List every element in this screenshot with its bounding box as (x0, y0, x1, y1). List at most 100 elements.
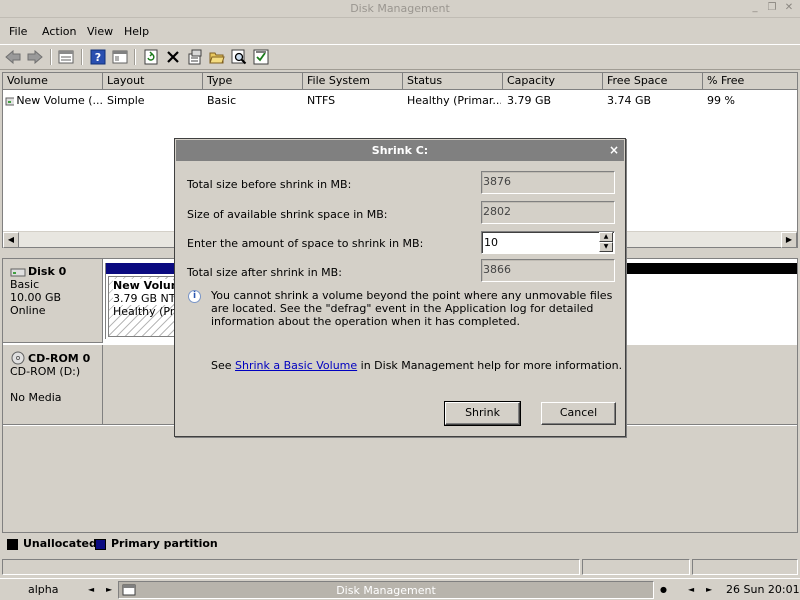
help-link[interactable]: Shrink a Basic Volume (235, 359, 357, 372)
total-before-label: Total size before shrink in MB: (187, 178, 352, 191)
total-before-field: 3876 (481, 171, 615, 194)
help-line: See Shrink a Basic Volume in Disk Manage… (211, 359, 622, 372)
minimize-button[interactable]: _ (748, 2, 762, 14)
delete-icon[interactable] (163, 48, 183, 66)
cancel-button[interactable]: Cancel (541, 402, 616, 425)
help-prefix: See (211, 359, 236, 372)
partition-status: Healthy (Prim (113, 305, 177, 318)
back-icon[interactable] (3, 48, 23, 66)
column-file-system[interactable]: File System (303, 73, 403, 90)
disk-icon (10, 268, 26, 276)
menu-bar: File Action View Help (0, 22, 800, 42)
disk-0-info[interactable]: Disk 0 Basic 10.00 GB Online (3, 259, 103, 343)
cell-file-system: NTFS (307, 94, 336, 107)
toolbar-separator (81, 49, 83, 65)
forward-icon[interactable] (25, 48, 45, 66)
cell-free-space: 3.74 GB (607, 94, 652, 107)
partition-name: New Volume (113, 279, 177, 292)
dialog-title-bar: Shrink C: × (176, 140, 624, 161)
menu-action[interactable]: Action (42, 25, 76, 38)
shrink-dialog: Shrink C: × Total size before shrink in … (174, 138, 626, 437)
toolbar-separator (134, 49, 136, 65)
column-status[interactable]: Status (403, 73, 503, 90)
drive-icon (5, 97, 15, 105)
primary-swatch (95, 539, 106, 550)
close-window-button[interactable]: ✕ (782, 2, 796, 14)
total-after-label: Total size after shrink in MB: (187, 266, 342, 279)
properties-icon[interactable] (56, 48, 76, 66)
amount-input[interactable] (484, 234, 596, 251)
menu-help[interactable]: Help (124, 25, 149, 38)
menu-view[interactable]: View (87, 25, 113, 38)
cdrom-0-info[interactable]: CD-ROM 0 CD-ROM (D:) No Media (3, 345, 103, 425)
check-disk-icon[interactable] (251, 48, 271, 66)
empty-area (3, 426, 797, 532)
prev-workspace-icon[interactable]: ◄ (88, 585, 94, 594)
column-type[interactable]: Type (203, 73, 303, 90)
status-panel (692, 559, 798, 575)
console-icon[interactable] (110, 48, 130, 66)
column-capacity[interactable]: Capacity (503, 73, 603, 90)
shrink-button[interactable]: Shrink (444, 401, 521, 426)
available-field: 2802 (481, 201, 615, 224)
clock: 26 Sun 20:01 (726, 583, 800, 596)
status-panel (2, 559, 580, 575)
scroll-left-icon[interactable]: ◀ (3, 232, 19, 248)
help-icon[interactable]: ? (88, 48, 108, 66)
menu-file[interactable]: File (9, 25, 27, 38)
disk-size: 10.00 GB (10, 291, 62, 304)
tray-dot-icon: ● (660, 585, 667, 594)
next-workspace-icon[interactable]: ► (106, 585, 112, 594)
restore-button[interactable]: ❐ (765, 2, 779, 14)
amount-label: Enter the amount of space to shrink in M… (187, 237, 424, 250)
cdrom-name: CD-ROM 0 (28, 351, 91, 365)
total-after-field: 3866 (481, 259, 615, 282)
status-bar (0, 558, 800, 576)
volume-partition[interactable]: New Volume 3.79 GB NTFS Healthy (Prim (108, 276, 178, 337)
scroll-right-icon[interactable]: ▶ (781, 232, 797, 248)
spin-down-icon[interactable]: ▼ (599, 242, 613, 252)
taskbar-window-button[interactable]: Disk Management (118, 581, 654, 599)
cdrom-state: No Media (10, 391, 62, 404)
disk-kind: Basic (10, 278, 40, 291)
amount-stepper[interactable]: ▲ ▼ (481, 231, 615, 254)
status-panel (582, 559, 690, 575)
column-free-space[interactable]: Free Space (603, 73, 703, 90)
disk-name: Disk 0 (28, 265, 67, 278)
column-pct-free[interactable]: % Free (703, 73, 797, 90)
workspace-name[interactable]: alpha (28, 583, 59, 596)
help-suffix: in Disk Management help for more informa… (357, 359, 623, 372)
cell-pct-free: 99 % (707, 94, 735, 107)
partition-detail: 3.79 GB NTFS (113, 292, 177, 305)
legend-primary: Primary partition (111, 537, 218, 550)
svg-text:?: ? (95, 51, 101, 64)
legend: Unallocated Primary partition (0, 536, 800, 554)
refresh-icon[interactable] (141, 48, 161, 66)
cell-layout: Simple (107, 94, 145, 107)
search-icon[interactable] (229, 48, 249, 66)
legend-unallocated: Unallocated (23, 537, 97, 550)
dialog-close-icon[interactable]: × (609, 140, 619, 161)
settings-icon[interactable] (185, 48, 205, 66)
cdrom-icon (11, 351, 25, 365)
dialog-title: Shrink C: (371, 144, 429, 157)
column-layout[interactable]: Layout (103, 73, 203, 90)
next-icon[interactable]: ► (706, 585, 712, 594)
open-folder-icon[interactable] (207, 48, 227, 66)
cell-volume: New Volume (... (5, 94, 103, 107)
taskbar-window-title: Disk Management (336, 584, 436, 597)
taskbar: alpha ◄ ► Disk Management ● ◄ ► 26 Sun 2… (0, 578, 800, 600)
prev-icon[interactable]: ◄ (688, 585, 694, 594)
toolbar: ? (0, 44, 800, 70)
cell-status: Healthy (Primar... (407, 94, 501, 107)
cell-type: Basic (207, 94, 237, 107)
window-title: Disk Management (350, 2, 450, 15)
spin-up-icon[interactable]: ▲ (599, 232, 613, 242)
column-volume[interactable]: Volume (3, 73, 103, 90)
volume-name: New Volume (... (16, 94, 103, 107)
info-icon: i (188, 290, 201, 303)
available-label: Size of available shrink space in MB: (187, 208, 388, 221)
disk-state: Online (10, 304, 46, 317)
info-message: You cannot shrink a volume beyond the po… (211, 289, 613, 328)
cell-capacity: 3.79 GB (507, 94, 552, 107)
